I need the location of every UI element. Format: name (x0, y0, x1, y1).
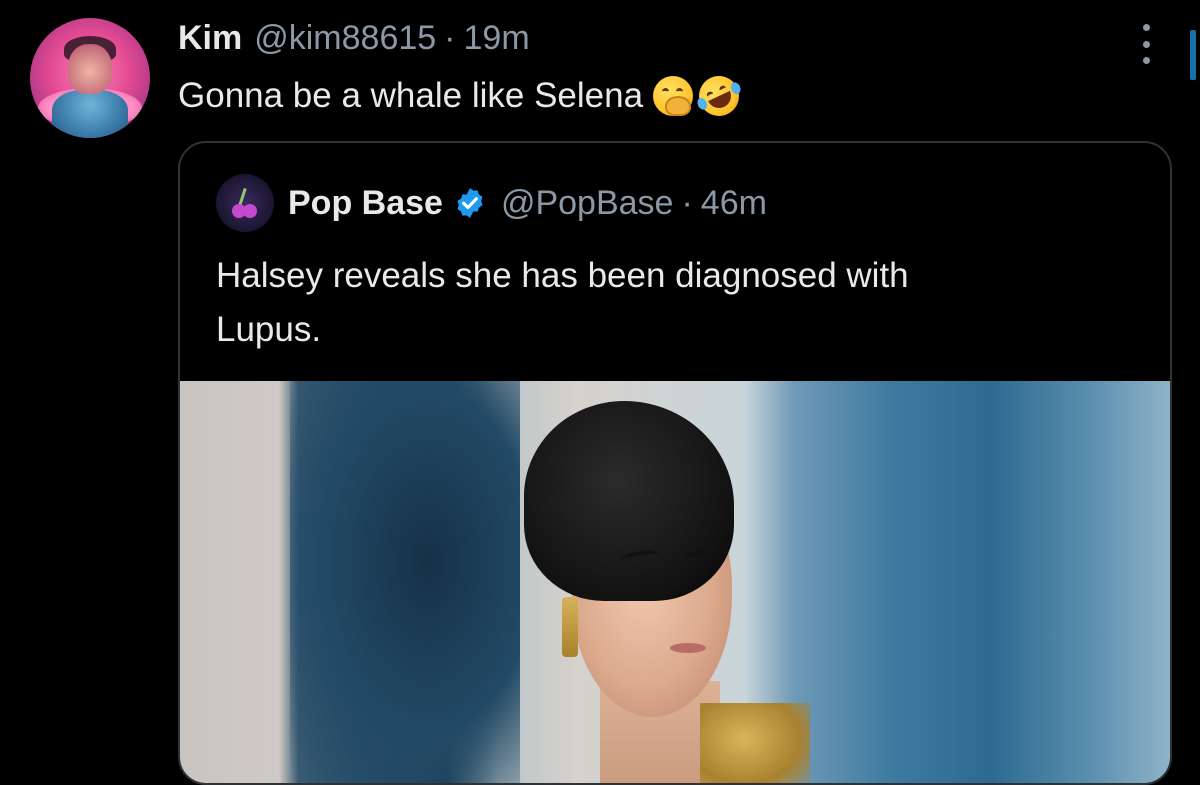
photo-lips (670, 643, 706, 653)
emoji-eye (662, 88, 670, 95)
verified-badge-icon (453, 186, 487, 220)
author-handle[interactable]: @kim88615 (254, 19, 436, 58)
quoted-tweet-text-line: Halsey reveals she has been diagnosed wi… (216, 256, 909, 295)
more-dot (1142, 40, 1150, 48)
avatar-head (68, 44, 112, 94)
emoji-hand (665, 96, 692, 116)
author-avatar[interactable] (30, 18, 150, 138)
tweet-text-content: Gonna be a whale like Selena (178, 76, 644, 115)
tweet-timestamp[interactable]: 19m (464, 19, 530, 58)
more-dot (1142, 57, 1150, 64)
quoted-tweet-text-line: Lupus. (216, 310, 322, 349)
tweet-header: Kim @kim88615 · 19m (178, 14, 530, 62)
emoji-tear (695, 96, 709, 112)
tweet-text: Gonna be a whale like Selena (178, 69, 746, 123)
quoted-tweet-timestamp[interactable]: 46m (701, 184, 767, 223)
author-name[interactable]: Kim (178, 19, 242, 58)
rolling-on-floor-laughing-icon (692, 69, 746, 123)
separator-dot: · (444, 18, 456, 57)
more-options-icon[interactable] (1134, 24, 1158, 64)
photo-gold-dress (700, 703, 810, 783)
quoted-tweet-card[interactable]: Pop Base @PopBase · 46m Halsey reveals s… (178, 141, 1172, 785)
quoted-author-name[interactable]: Pop Base (288, 184, 443, 223)
photo-earring (562, 597, 578, 657)
separator-dot: · (681, 183, 693, 222)
more-dot (1142, 24, 1150, 31)
face-with-hand-over-mouth-icon (653, 76, 694, 116)
scrollbar[interactable] (1190, 30, 1196, 80)
quoted-author-handle[interactable]: @PopBase (501, 184, 674, 223)
avatar-cherry (243, 204, 257, 218)
quoted-tweet-header: Pop Base @PopBase · 46m (288, 181, 767, 225)
emoji-tear (729, 80, 743, 96)
photo-hair (524, 401, 734, 601)
avatar-body (52, 90, 128, 138)
quoted-author-avatar[interactable] (216, 174, 274, 232)
emoji-eye (676, 88, 684, 95)
photo-background-letter (290, 381, 520, 783)
tweet[interactable]: Kim @kim88615 · 19m Gonna be a whale lik… (0, 0, 1200, 785)
quoted-tweet-text: Halsey reveals she has been diagnosed wi… (216, 249, 1116, 357)
quoted-tweet-photo[interactable] (180, 381, 1170, 783)
